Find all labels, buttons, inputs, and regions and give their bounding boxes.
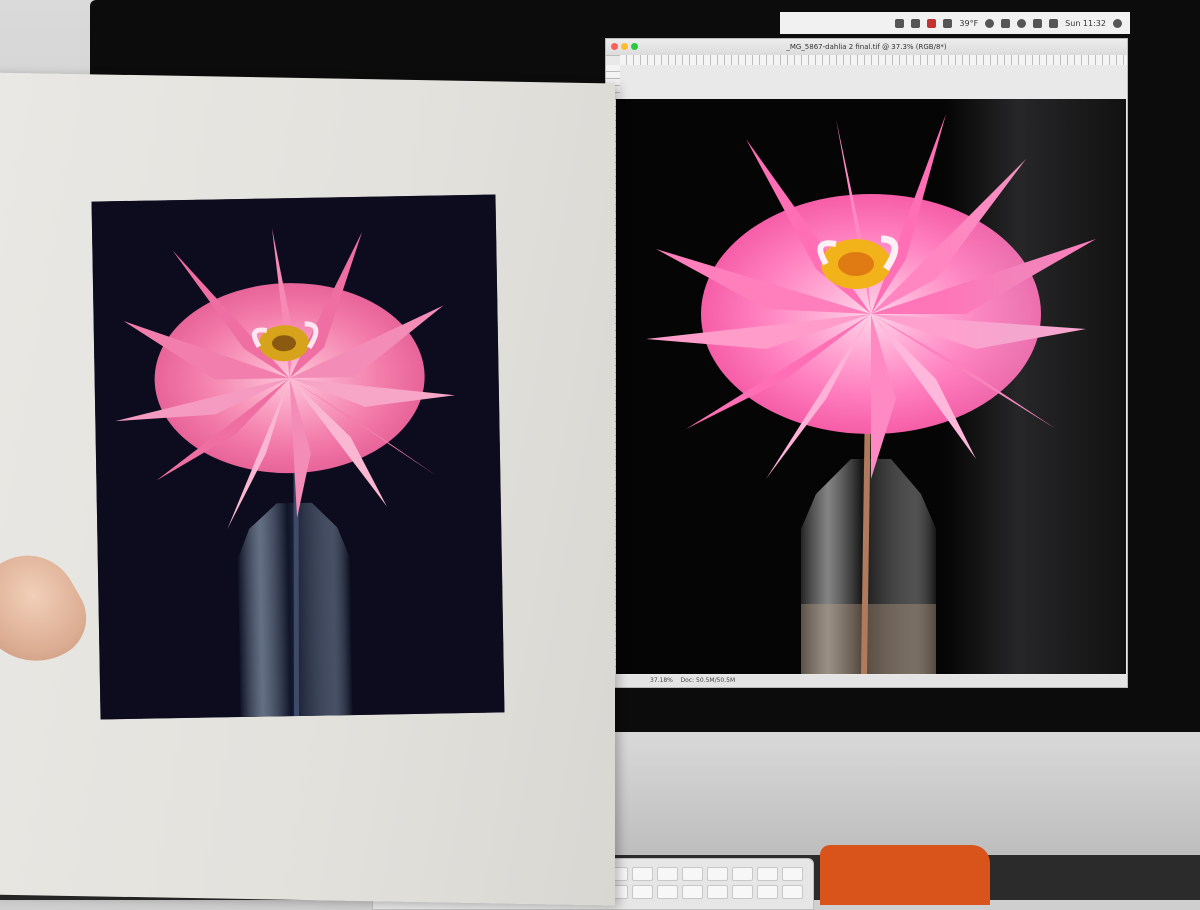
document-canvas[interactable] (616, 99, 1126, 674)
bluetooth-icon[interactable] (1001, 18, 1011, 28)
horizontal-ruler[interactable] (620, 55, 1127, 65)
user-icon[interactable] (1113, 18, 1122, 28)
time-machine-icon[interactable] (985, 18, 995, 28)
dropbox-icon[interactable] (895, 18, 905, 28)
document-size[interactable]: Doc: 50.5M/50.5M (681, 677, 736, 684)
document-title-bar[interactable]: _MG_5867-dahlia 2 final.tif @ 37.3% (RGB… (606, 39, 1127, 56)
weather-readout[interactable]: 39°F (959, 19, 978, 28)
dahlia-print (91, 194, 505, 720)
zoom-readout[interactable]: 37.18% (650, 677, 673, 684)
zoom-icon[interactable] (631, 43, 638, 50)
document-title: _MG_5867-dahlia 2 final.tif @ 37.3% (RGB… (786, 43, 947, 51)
window-controls (611, 43, 638, 50)
airplay-icon[interactable] (1033, 18, 1043, 28)
cloud-icon[interactable] (911, 18, 921, 28)
close-icon[interactable] (611, 43, 618, 50)
dahlia-photo-print (91, 194, 505, 720)
photoshop-document-window[interactable]: _MG_5867-dahlia 2 final.tif @ 37.3% (RGB… (605, 38, 1128, 688)
flag-icon[interactable] (927, 18, 937, 28)
minimize-icon[interactable] (621, 43, 628, 50)
printer-icon[interactable] (943, 18, 953, 28)
battery-icon[interactable] (1049, 18, 1059, 28)
menu-clock[interactable]: Sun 11:32 (1065, 19, 1106, 28)
status-bar: 37.18% Doc: 50.5M/50.5M (620, 675, 1127, 687)
imac-chin (600, 732, 1200, 862)
wifi-icon[interactable] (1017, 18, 1027, 28)
mac-menu-bar: 39°F Sun 11:32 (780, 12, 1130, 34)
screen-reflection (946, 99, 1126, 674)
orange-object (820, 845, 990, 905)
